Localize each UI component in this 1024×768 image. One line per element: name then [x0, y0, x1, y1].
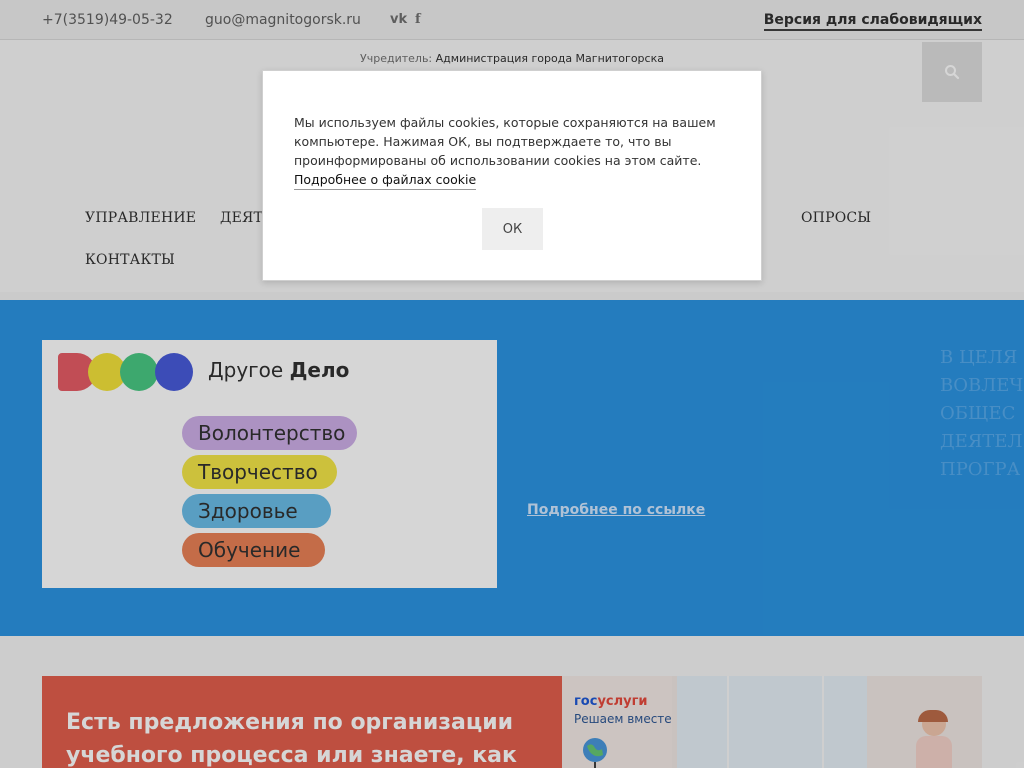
cookie-more-link[interactable]: Подробнее о файлах cookie [294, 170, 477, 190]
cookie-ok-button[interactable]: ОК [482, 208, 543, 250]
cookie-message: Мы используем файлы cookies, которые сох… [294, 115, 716, 168]
cookie-consent-text: Мы используем файлы cookies, которые сох… [294, 113, 734, 190]
cookie-consent-dialog: Мы используем файлы cookies, которые сох… [262, 70, 762, 281]
